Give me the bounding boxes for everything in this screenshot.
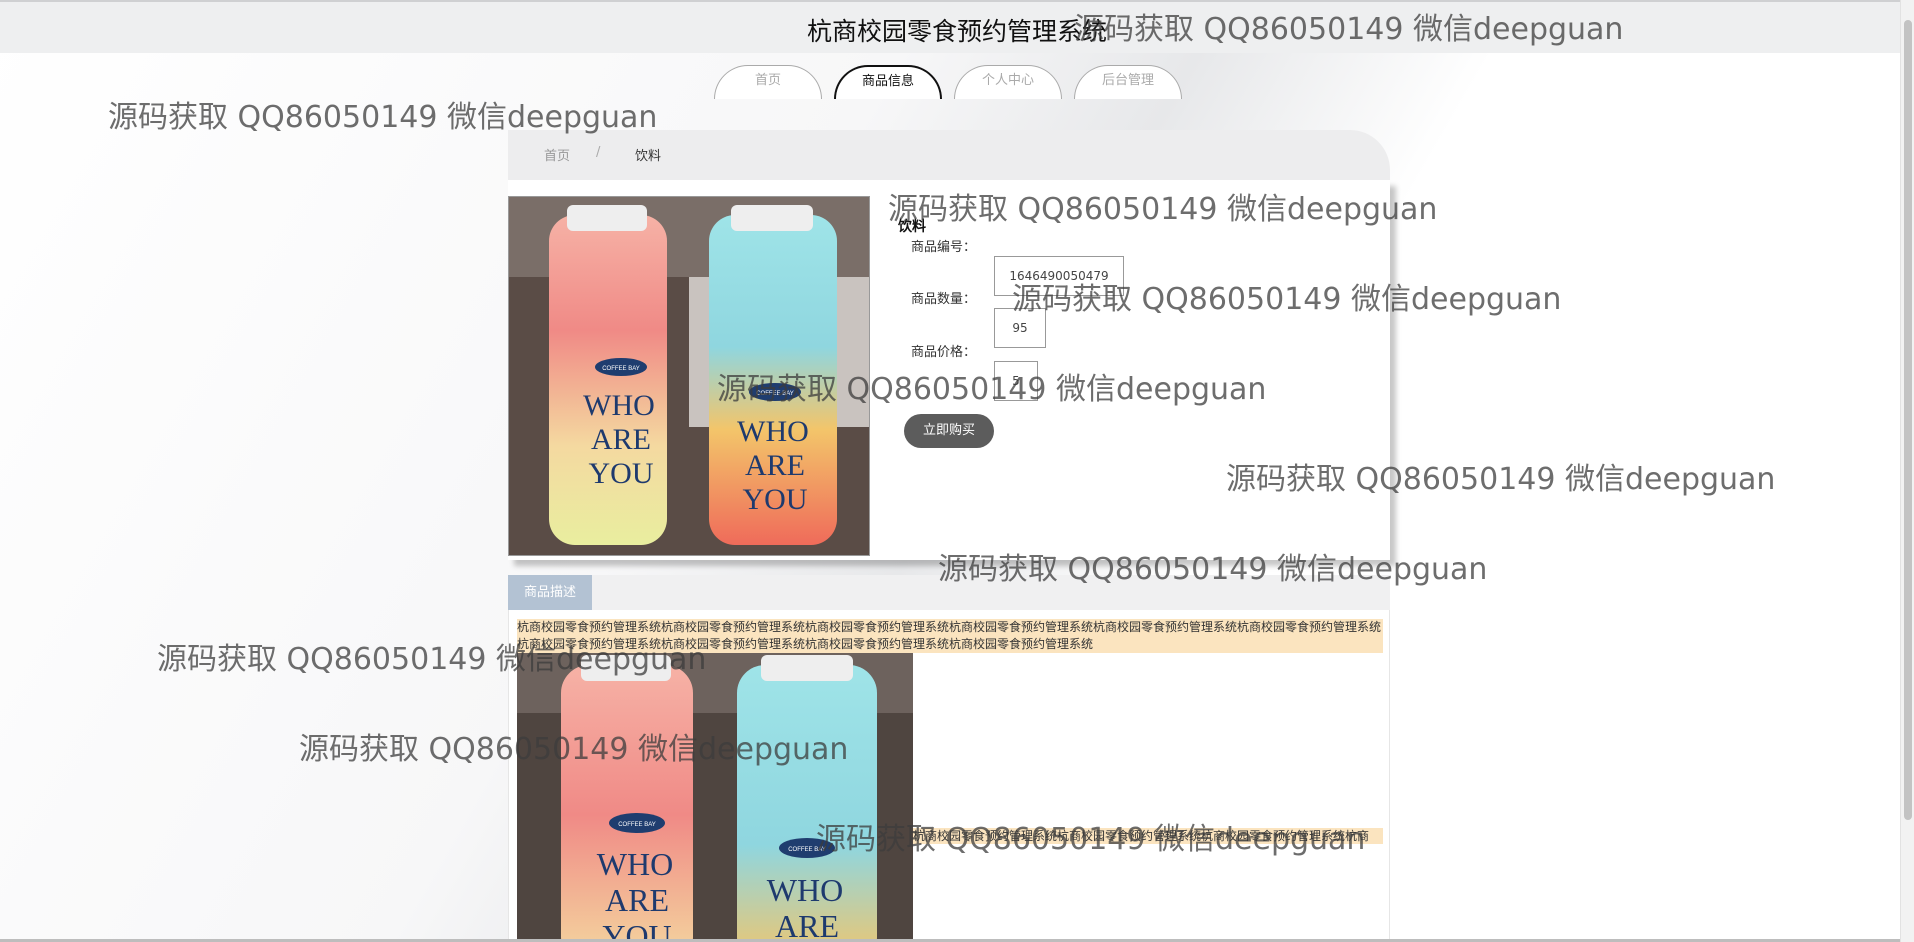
buy-now-button[interactable]: 立即购买 — [904, 414, 994, 448]
tab-product-info[interactable]: 商品信息 — [834, 65, 942, 99]
description-text: 杭商校园零食预约管理系统杭商校园零食预约管理系统杭商校园零食预约管理系统杭商校园… — [517, 619, 1383, 653]
bottle-badge: COFFEE BAY — [602, 366, 640, 372]
product-name: 饮料 — [898, 219, 926, 235]
bottles-photo-icon: COFFEE BAY COFFEE BAY WHO ARE YOU WHO AR… — [517, 653, 913, 942]
description-image: COFFEE BAY COFFEE BAY WHO ARE YOU WHO AR… — [517, 653, 913, 942]
bottle-text-line: WHO — [597, 846, 673, 882]
tab-personal-center[interactable]: 个人中心 — [954, 65, 1062, 99]
bottles-photo-icon: COFFEE BAY COFFEE BAY WHO ARE YOU WHO AR… — [509, 197, 869, 555]
tab-admin[interactable]: 后台管理 — [1074, 65, 1182, 99]
product-price-field: 5 — [994, 361, 1038, 401]
bottle-text-line: YOU — [589, 457, 654, 490]
site-title: 杭商校园零食预约管理系统 — [806, 17, 1107, 46]
product-code-label: 商品编号： — [911, 240, 977, 255]
bottle-text-line: ARE — [605, 882, 669, 918]
bottle-text-line: YOU — [743, 483, 808, 516]
bottle-text-line: WHO — [583, 389, 655, 422]
bottle-text-line: ARE — [745, 449, 805, 482]
tab-product-description[interactable]: 商品描述 — [508, 575, 592, 610]
bottle-badge: COFFEE BAY — [756, 391, 794, 397]
bottle-badge: COFFEE BAY — [618, 822, 656, 828]
product-price-label: 商品价格： — [911, 345, 977, 360]
description-tabbar: 商品描述 — [508, 575, 1390, 610]
product-detail-panel: COFFEE BAY COFFEE BAY WHO ARE YOU WHO AR… — [508, 180, 1390, 560]
bottle-text-line: WHO — [767, 872, 843, 908]
breadcrumb: 首页 / 饮料 — [508, 130, 1390, 180]
tab-home[interactable]: 首页 — [714, 65, 822, 99]
breadcrumb-current: 饮料 — [635, 149, 662, 164]
description-caption: 杭商校园零食预约管理系统杭商校园零食预约管理系统杭商校园零食预约管理系统杭商 — [913, 828, 1383, 844]
bottle-badge: COFFEE BAY — [788, 847, 826, 853]
scrollbar-thumb[interactable] — [1904, 20, 1912, 820]
description-body: 杭商校园零食预约管理系统杭商校园零食预约管理系统杭商校园零食预约管理系统杭商校园… — [508, 610, 1390, 942]
product-image: COFFEE BAY COFFEE BAY WHO ARE YOU WHO AR… — [508, 196, 870, 556]
product-quantity-label: 商品数量： — [911, 292, 977, 307]
breadcrumb-separator: / — [596, 145, 601, 160]
bottle-text-line: WHO — [737, 415, 809, 448]
page-scrollbar[interactable] — [1900, 0, 1914, 942]
product-quantity-field: 95 — [994, 308, 1046, 348]
bottle-text-line: ARE — [775, 908, 839, 942]
breadcrumb-home-link[interactable]: 首页 — [544, 145, 570, 164]
product-code-field: 1646490050479 — [994, 256, 1124, 296]
bottle-text-line: ARE — [591, 423, 651, 456]
header-bar: 杭商校园零食预约管理系统 — [0, 0, 1914, 53]
